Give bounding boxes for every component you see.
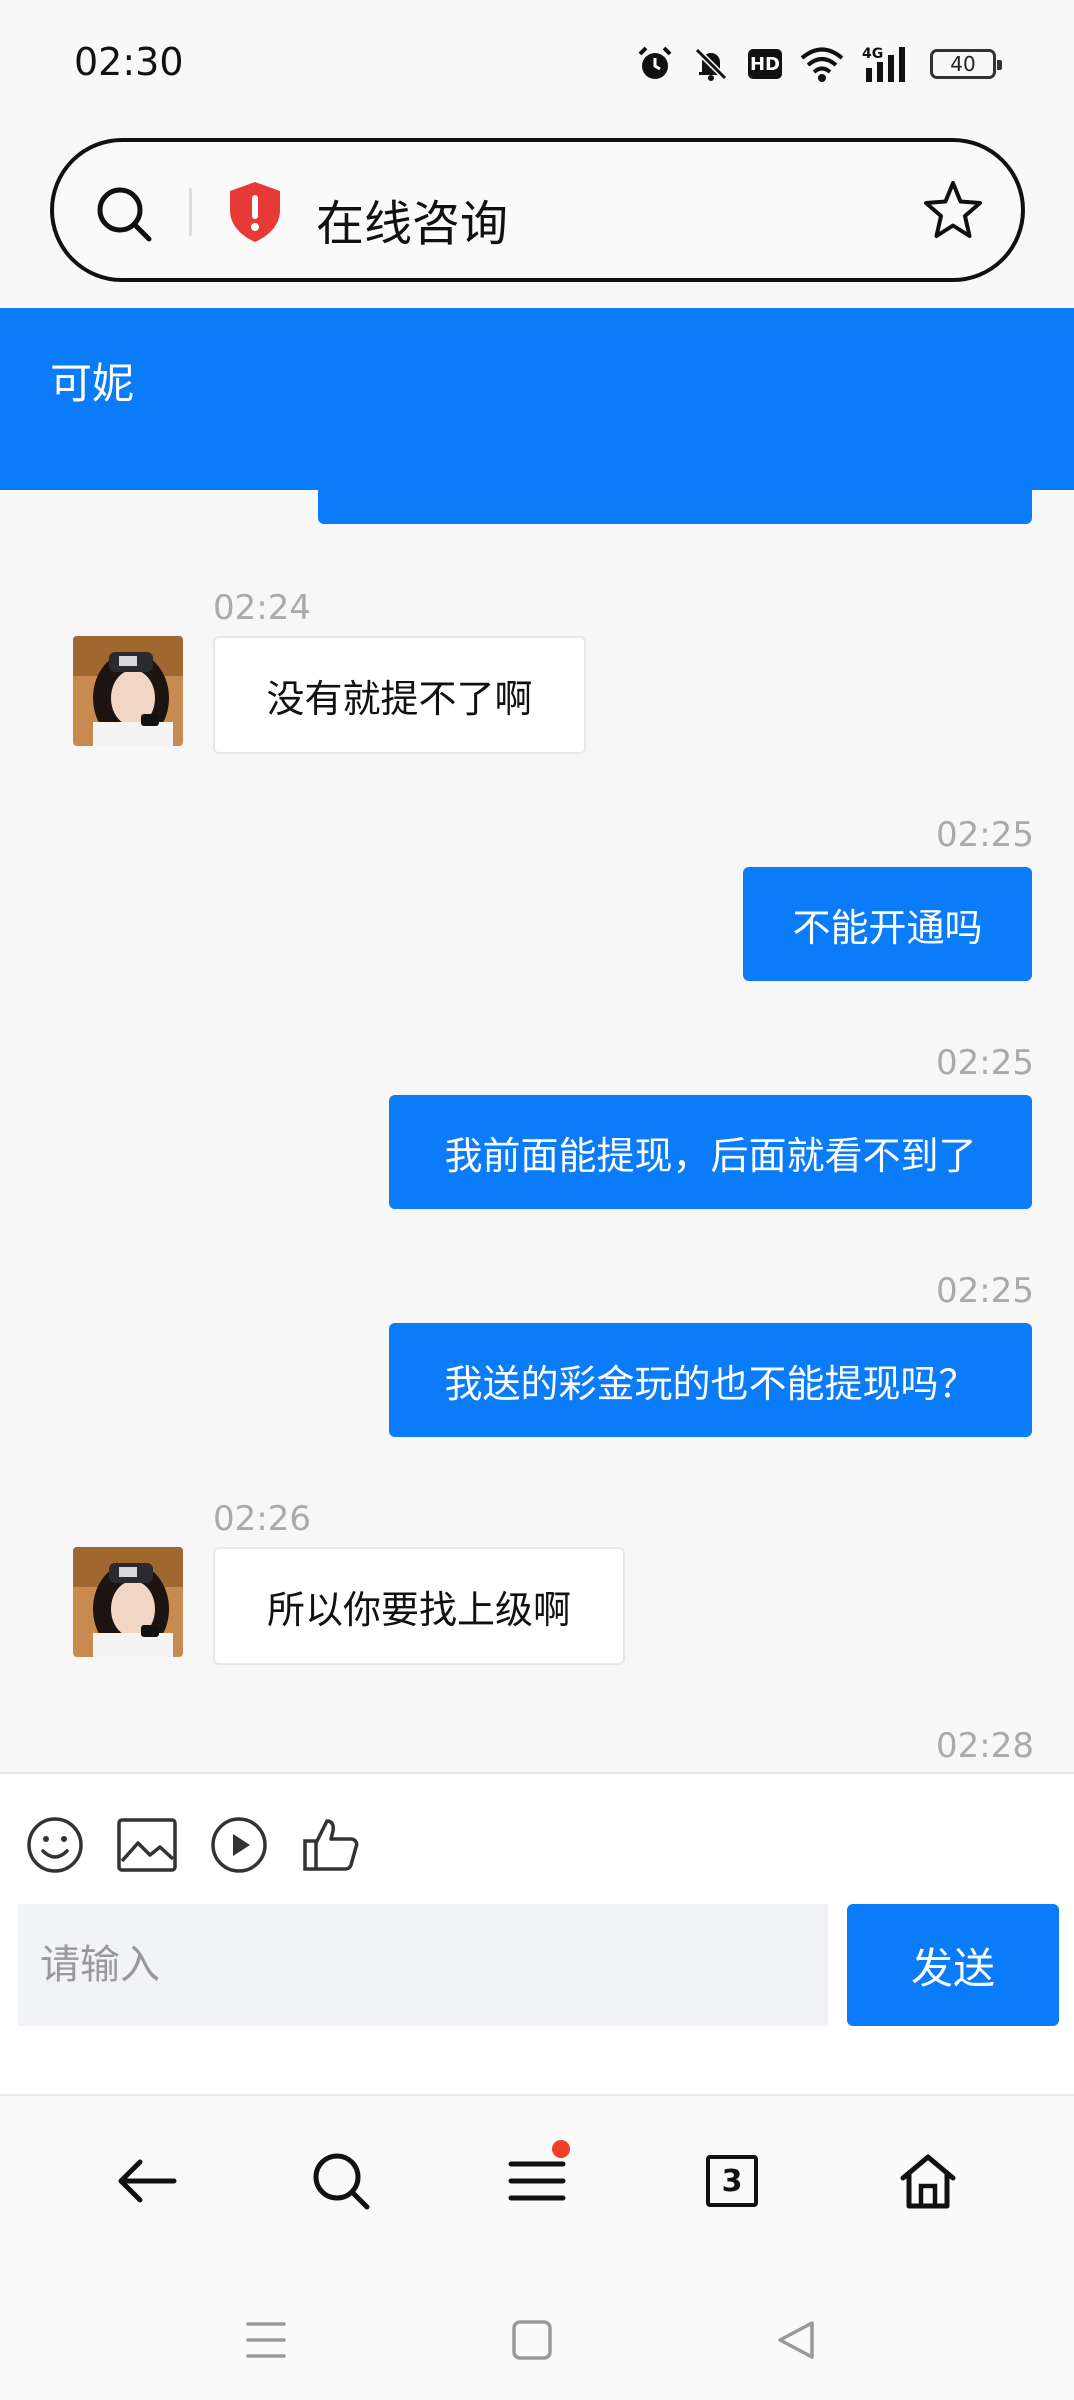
message-list[interactable]: 02:24 没有就提不了啊 02:25 不能开通吗 02:25 我前面能提现，后… [0,490,1074,1772]
message-time: 02:28 [936,1726,1034,1766]
message-time: 02:25 [936,1271,1034,1311]
address-bar[interactable]: 在线咨询 [50,138,1025,282]
send-button[interactable]: 发送 [847,1904,1059,2026]
outgoing-bubble-partial [318,490,1032,524]
video-button[interactable] [208,1814,270,1876]
notification-dot [552,2140,570,2158]
agent-avatar[interactable] [73,636,183,746]
hd-icon: HD [748,49,782,79]
back-button[interactable] [112,2146,182,2216]
triangle-back-icon [778,2321,814,2359]
thumbs-up-icon [303,1819,359,1871]
play-icon [211,1817,267,1873]
mute-bell-icon [694,47,728,81]
battery-icon: 40 [930,49,1002,79]
home-icon [900,2154,956,2209]
address-divider [189,188,192,236]
message-time: 02:26 [213,1499,311,1539]
composer-toolbar [24,1814,362,1876]
message-input[interactable] [18,1904,828,2026]
signal-icon: 4G [862,46,905,82]
tab-count: 3 [706,2155,758,2207]
image-button[interactable] [116,1814,178,1876]
page-title[interactable]: 在线咨询 [316,184,508,254]
back-arrow-icon [118,2159,177,2203]
message-time: 02:24 [213,588,311,628]
svg-text:4G: 4G [862,46,883,62]
square-home-icon [512,2320,552,2360]
status-bar: 02:30 HD 4G 40 [0,0,1074,130]
agent-name: 可妮 [50,359,135,408]
chat-page: 02:30 HD 4G 40 在线咨询 可妮 02:24 没有就提不了啊 02:… [0,0,1074,2400]
outgoing-message-bubble[interactable]: 不能开通吗 [743,867,1032,981]
tabs-button[interactable]: 3 [697,2146,767,2216]
like-button[interactable] [300,1814,362,1876]
wifi-icon [800,47,844,82]
emoji-button[interactable] [24,1814,86,1876]
message-composer: 发送 [0,1772,1074,2094]
browser-toolbar: 3 [0,2094,1074,2274]
outgoing-message-bubble[interactable]: 我送的彩金玩的也不能提现吗？ [389,1323,1032,1437]
search-button[interactable] [306,2146,376,2216]
alarm-icon [638,46,672,79]
home-button[interactable] [893,2146,963,2216]
message-time: 02:25 [936,815,1034,855]
recents-icon [246,2322,286,2358]
status-time: 02:30 [74,40,184,84]
agent-avatar[interactable] [73,1547,183,1657]
image-icon [117,1818,177,1872]
search-icon [313,2153,370,2210]
chat-header: 可妮 [0,308,1074,490]
incoming-message-bubble[interactable]: 所以你要找上级啊 [213,1547,625,1665]
emoji-icon [27,1817,83,1873]
bookmark-star-icon[interactable] [921,178,985,242]
search-icon[interactable] [94,184,154,244]
message-time: 02:25 [936,1043,1034,1083]
recents-button[interactable] [236,2310,296,2370]
security-warning-shield-icon[interactable] [226,180,284,244]
back-system-button[interactable] [766,2310,826,2370]
status-icons: HD 4G 40 [636,42,1002,86]
outgoing-message-bubble[interactable]: 我前面能提现，后面就看不到了 [389,1095,1032,1209]
menu-icon [508,2161,566,2201]
system-navigation-bar [0,2274,1074,2400]
incoming-message-bubble[interactable]: 没有就提不了啊 [213,636,586,754]
menu-button[interactable] [502,2140,572,2216]
home-system-button[interactable] [502,2310,562,2370]
